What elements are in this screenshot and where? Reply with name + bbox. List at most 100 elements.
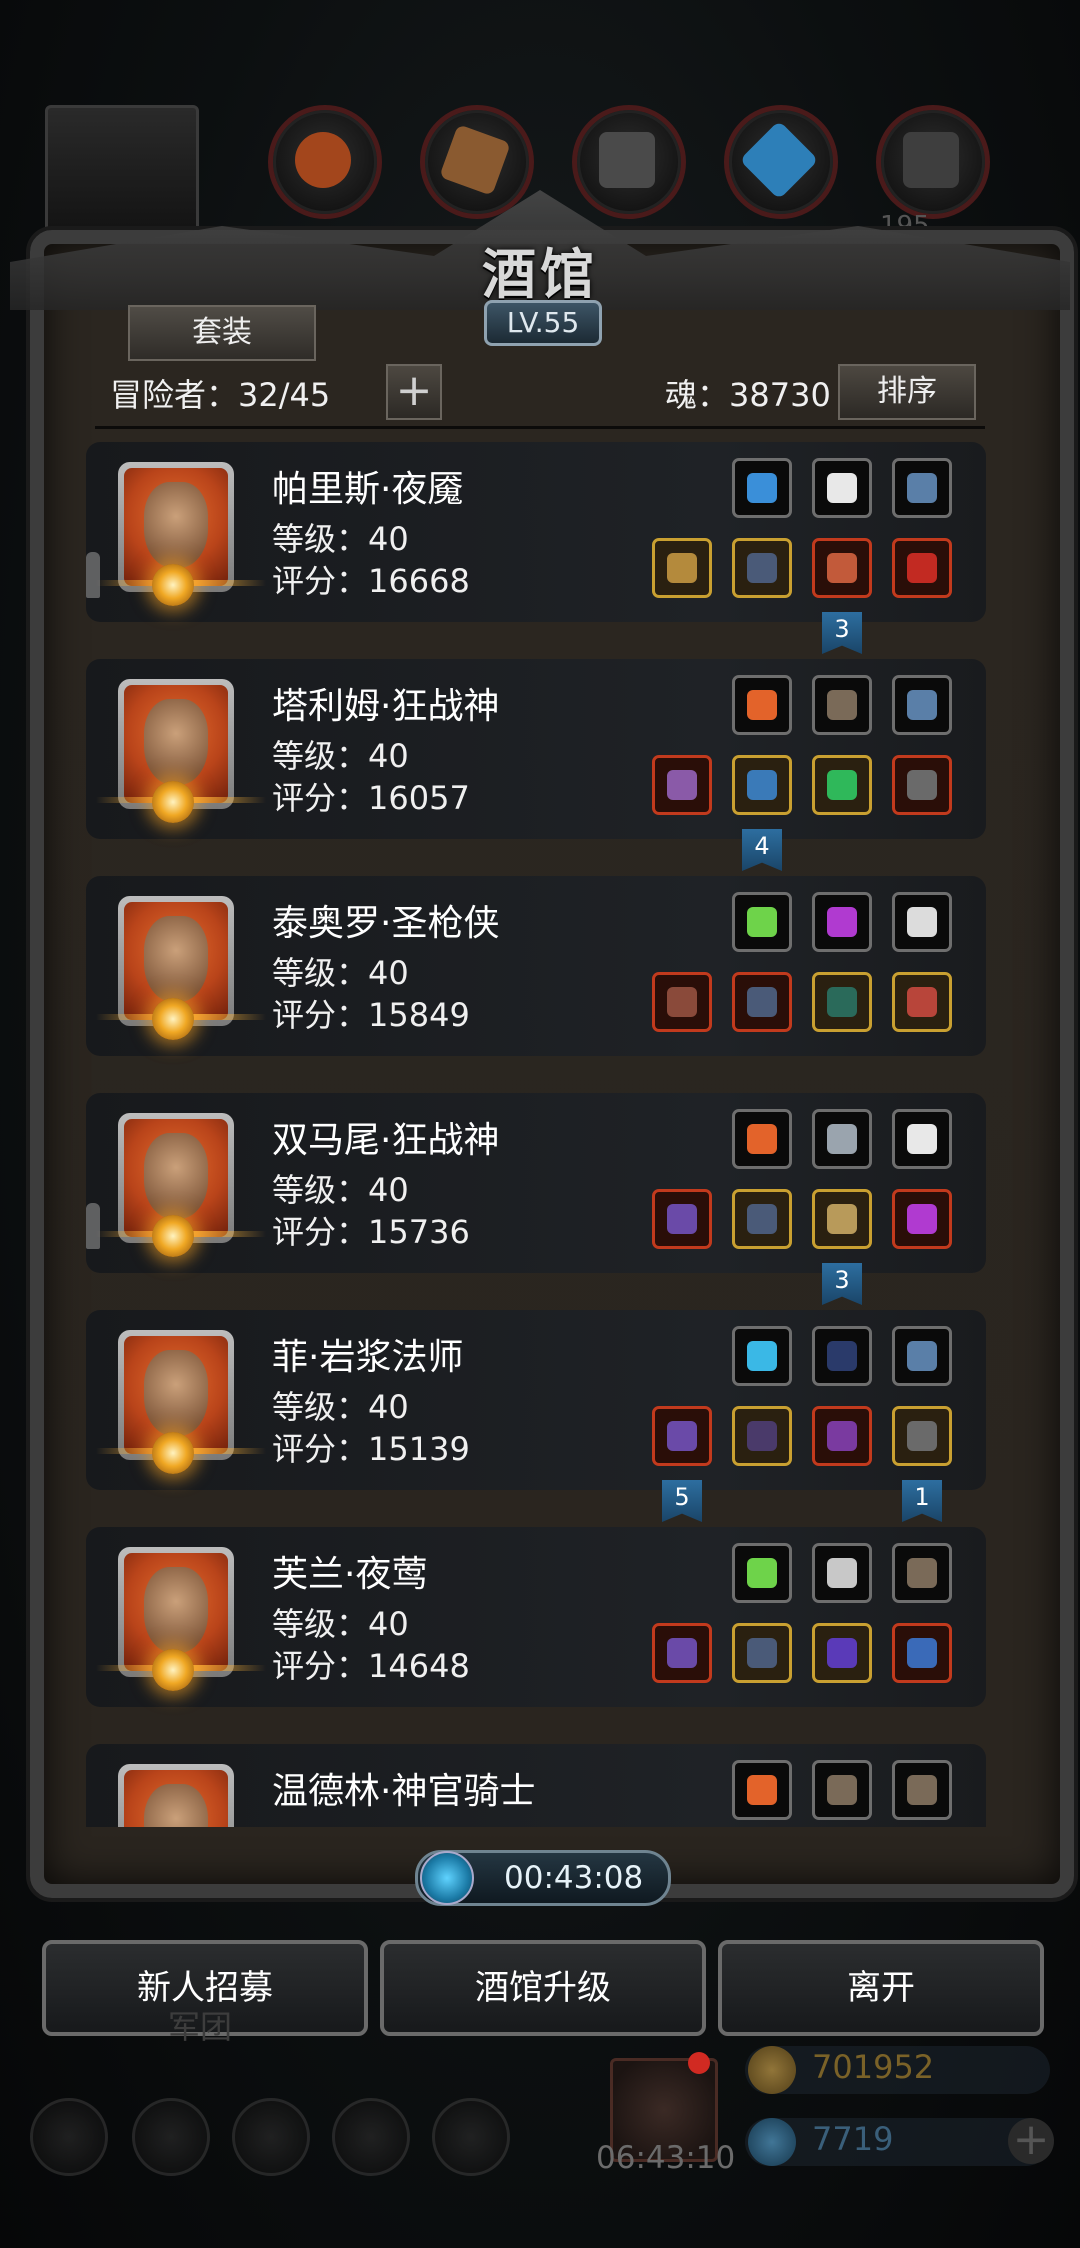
hero-avatar[interactable] — [118, 1764, 234, 1827]
gear-slot[interactable] — [892, 1109, 952, 1169]
gear-slot[interactable] — [812, 458, 872, 518]
hero-row[interactable]: 菲·岩浆法师 等级：40 评分：15139 — [86, 1310, 986, 1490]
gear-slot[interactable] — [732, 1109, 792, 1169]
gear-slot[interactable] — [652, 755, 712, 815]
necklace-icon — [907, 1341, 937, 1371]
bracelet-icon — [827, 1638, 857, 1668]
leave-button[interactable]: 离开 — [718, 1940, 1044, 2036]
hero-row[interactable]: 温德林·神官骑士 — [86, 1744, 986, 1827]
hero-row[interactable]: 帕里斯·夜魇 等级：40 评分：16668 — [86, 442, 986, 622]
add-adventurer-button[interactable]: + — [386, 364, 442, 420]
gear-slot[interactable] — [732, 1406, 792, 1466]
gear-slot[interactable] — [892, 972, 952, 1032]
gear-slot[interactable] — [732, 1623, 792, 1683]
legion-label: 军团 — [168, 2008, 233, 2046]
hero-name: 芙兰·夜莺 — [272, 1554, 428, 1595]
gear-slot[interactable] — [652, 538, 712, 598]
rifle-icon — [667, 987, 697, 1017]
spellbook-icon — [827, 1421, 857, 1451]
gear-slot[interactable] — [732, 972, 792, 1032]
gear-slot[interactable] — [812, 675, 872, 735]
gear-slot[interactable] — [892, 1189, 952, 1249]
gear-slot[interactable] — [892, 538, 952, 598]
boots-icon — [827, 987, 857, 1017]
gear-slot[interactable] — [892, 1326, 952, 1386]
add-currency-button[interactable]: + — [1008, 2118, 1054, 2164]
hero-score: 评分：16668 — [272, 562, 470, 600]
hero-level: 等级：40 — [272, 1605, 409, 1643]
player-portrait[interactable] — [45, 105, 199, 241]
heart-amulet-icon — [907, 987, 937, 1017]
gear-slot[interactable] — [892, 1543, 952, 1603]
gear-slot[interactable] — [812, 1760, 872, 1820]
gear-slot[interactable] — [812, 892, 872, 952]
hero-list[interactable]: 帕里斯·夜魇 等级：40 评分：16668 3 塔利姆·狂战神 等级：40 评分：16057… — [86, 442, 986, 1827]
hero-level: 等级：40 — [272, 954, 409, 992]
hero-row[interactable]: 芙兰·夜莺等级：40 评分：14648 — [86, 1527, 986, 1707]
gear-slot[interactable] — [812, 1109, 872, 1169]
flame-icon — [747, 690, 777, 720]
adventurer-count: 冒险者：32/45 — [110, 376, 331, 414]
enhance-badge: 3 — [822, 612, 862, 654]
gear-slot[interactable] — [812, 538, 872, 598]
hero-portrait — [144, 699, 208, 785]
hero-row[interactable]: 泰奥罗·圣枪侠 等级：40 评分：15849 — [86, 876, 986, 1056]
hero-portrait — [144, 1567, 208, 1653]
armor-icon — [747, 987, 777, 1017]
gear-slot[interactable] — [732, 755, 792, 815]
necklace-icon — [907, 473, 937, 503]
gear-slot[interactable] — [812, 1623, 872, 1683]
gear-slot[interactable] — [652, 1189, 712, 1249]
gear-slot[interactable] — [892, 755, 952, 815]
gear-slot[interactable] — [732, 1326, 792, 1386]
tavern-level-badge: LV.55 — [484, 300, 602, 346]
gear-slot[interactable] — [892, 1623, 952, 1683]
armor-icon — [747, 1204, 777, 1234]
gear-slot[interactable] — [732, 458, 792, 518]
set-button[interactable]: 套装 — [128, 305, 316, 361]
gear-slot[interactable] — [732, 1189, 792, 1249]
gear-slot[interactable] — [892, 1406, 952, 1466]
hero-score: 评分：16057 — [272, 779, 470, 817]
gear-slot[interactable] — [652, 972, 712, 1032]
expedition-runner-icon — [86, 1203, 100, 1249]
gear-slot[interactable] — [812, 1189, 872, 1249]
ring-icon — [907, 1638, 937, 1668]
hero-row[interactable]: 塔利姆·狂战神 等级：40 评分：16057 — [86, 659, 986, 839]
achievement-icon[interactable] — [132, 2098, 210, 2176]
hammer-icon[interactable] — [432, 2098, 510, 2176]
gear-slot[interactable] — [812, 1406, 872, 1466]
helmet-icon — [907, 1421, 937, 1451]
green-crystal-icon — [747, 1558, 777, 1588]
hero-name: 双马尾·狂战神 — [272, 1120, 500, 1161]
flame-icon — [747, 1124, 777, 1154]
settings-icon[interactable] — [30, 2098, 108, 2176]
gear-slot[interactable] — [892, 892, 952, 952]
gear-slot[interactable] — [732, 538, 792, 598]
hero-score: 评分：14648 — [272, 1647, 470, 1685]
hero-level: 等级：40 — [272, 520, 409, 558]
gear-slot[interactable] — [652, 1623, 712, 1683]
gear-slot[interactable] — [892, 675, 952, 735]
gear-slot[interactable] — [732, 1760, 792, 1820]
gear-slot[interactable] — [812, 1543, 872, 1603]
food-resource-icon — [268, 105, 382, 219]
gear-slot[interactable] — [732, 675, 792, 735]
upgrade-tavern-button[interactable]: 酒馆升级 — [380, 1940, 706, 2036]
gear-slot[interactable] — [652, 1406, 712, 1466]
menu-icon[interactable] — [232, 2098, 310, 2176]
gear-slot[interactable] — [732, 892, 792, 952]
gear-slot[interactable] — [812, 972, 872, 1032]
mail-icon[interactable] — [332, 2098, 410, 2176]
gear-slot[interactable] — [892, 1760, 952, 1820]
gear-slot[interactable] — [812, 755, 872, 815]
gear-slot[interactable] — [732, 1543, 792, 1603]
sort-button[interactable]: 排序 — [838, 364, 976, 420]
hero-row[interactable]: 双马尾·狂战神 等级：40 评分：15736 — [86, 1093, 986, 1273]
gear-slot[interactable] — [812, 1326, 872, 1386]
hero-name: 温德林·神官骑士 — [272, 1771, 536, 1812]
soul-count: 魂：38730 — [665, 376, 831, 414]
wood-resource-icon — [420, 105, 534, 219]
gear-slot[interactable] — [892, 458, 952, 518]
hero-name: 泰奥罗·圣枪侠 — [272, 903, 500, 944]
